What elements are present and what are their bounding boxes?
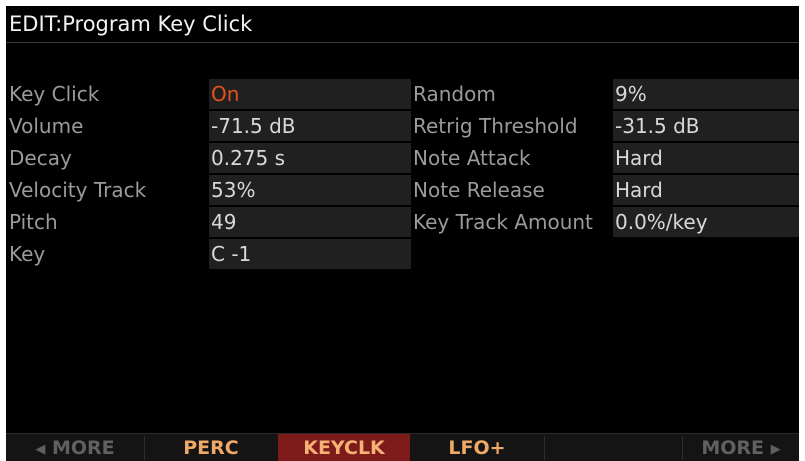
soft-button-bar: ◀ MORE PERC KEYCLK LFO+ MORE ▶ — [6, 433, 799, 461]
key-click-label: Key Click — [9, 82, 100, 106]
random-value[interactable]: 9% — [613, 79, 799, 109]
page-title: EDIT:Program Key Click — [9, 12, 253, 36]
more-left-label: MORE — [51, 437, 115, 459]
decay-value[interactable]: 0.275 s — [209, 143, 411, 173]
more-left-button[interactable]: ◀ MORE — [6, 434, 144, 461]
triangle-left-icon: ◀ — [35, 442, 46, 457]
key-value[interactable]: C -1 — [209, 239, 411, 269]
key-click-value[interactable]: On — [209, 79, 411, 109]
retrig-threshold-value[interactable]: -31.5 dB — [613, 111, 799, 141]
key-track-amount-value[interactable]: 0.0%/key — [613, 207, 799, 237]
note-release-value[interactable]: Hard — [613, 175, 799, 205]
edit-screen: EDIT:Program Key Click Key Click Volume … — [6, 6, 799, 461]
volume-label: Volume — [9, 114, 84, 138]
retrig-threshold-label: Retrig Threshold — [413, 114, 578, 138]
more-right-label: MORE — [701, 437, 765, 459]
note-attack-label: Note Attack — [413, 146, 531, 170]
pitch-label: Pitch — [9, 210, 58, 234]
soft-divider — [544, 436, 545, 460]
triangle-right-icon: ▶ — [770, 442, 781, 457]
random-label: Random — [413, 82, 496, 106]
decay-label: Decay — [9, 146, 72, 170]
perc-button[interactable]: PERC — [145, 434, 277, 461]
note-release-label: Note Release — [413, 178, 545, 202]
note-attack-value[interactable]: Hard — [613, 143, 799, 173]
pitch-value[interactable]: 49 — [209, 207, 411, 237]
keyclk-button[interactable]: KEYCLK — [278, 434, 410, 461]
key-track-amount-label: Key Track Amount — [413, 210, 593, 234]
key-label: Key — [9, 242, 46, 266]
velocity-track-value[interactable]: 53% — [209, 175, 411, 205]
volume-value[interactable]: -71.5 dB — [209, 111, 411, 141]
more-right-button[interactable]: MORE ▶ — [683, 434, 799, 461]
lfo-button[interactable]: LFO+ — [411, 434, 543, 461]
velocity-track-label: Velocity Track — [9, 178, 147, 202]
header-bar: EDIT:Program Key Click — [6, 6, 799, 43]
